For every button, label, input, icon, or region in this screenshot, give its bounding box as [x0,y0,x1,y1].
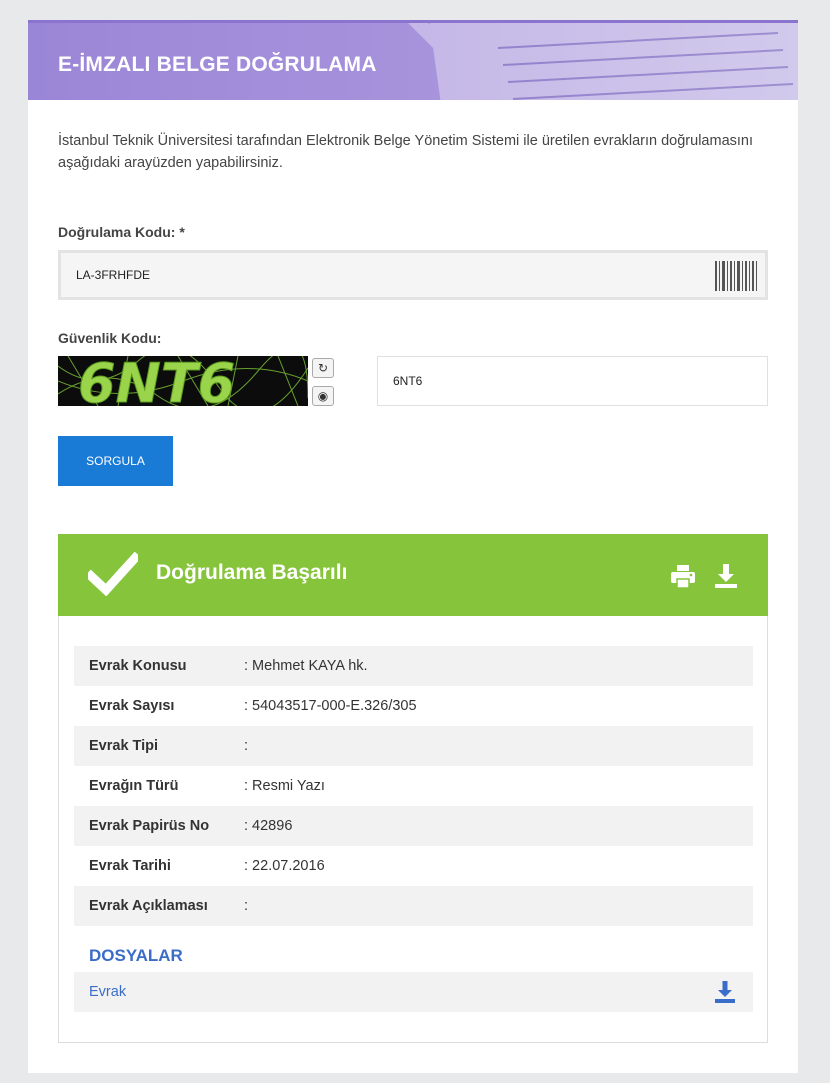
security-code-input[interactable]: 6NT6 [377,356,768,406]
detail-row: Evrak Konusu : Mehmet KAYA hk. [74,646,753,686]
barcode-icon [715,261,757,291]
result-details: Evrak Konusu : Mehmet KAYA hk. Evrak Say… [58,616,768,1043]
detail-value: : Resmi Yazı [244,778,325,794]
detail-key: Evrak Papirüs No [89,818,210,834]
detail-key: Evrak Sayısı [89,698,175,714]
download-icon[interactable] [712,562,740,590]
security-code-label: Güvenlik Kodu: [58,330,162,346]
detail-value: : [244,898,249,914]
detail-row: Evrak Açıklaması : [74,886,753,926]
detail-value: : 42896 [244,818,293,834]
detail-key: Evrak Konusu [89,658,187,674]
refresh-captcha-button[interactable]: ↻ [312,358,334,378]
refresh-icon: ↻ [317,361,329,375]
verification-code-label: Doğrulama Kodu: * [58,224,185,240]
detail-value: : 54043517-000-E.326/305 [244,698,417,714]
detail-key: Evrağın Türü [89,778,179,794]
page-title: E-İMZALI BELGE DOĞRULAMA [58,53,377,76]
detail-key: Evrak Tarihi [89,858,171,874]
paper-background-image [408,23,798,100]
detail-key: Evrak Açıklaması [89,898,208,914]
detail-row: Evrak Sayısı : 54043517-000-E.326/305 [74,686,753,726]
detail-row: Evrak Papirüs No : 42896 [74,806,753,846]
print-icon[interactable] [669,562,697,590]
detail-row: Evrak Tipi : [74,726,753,766]
captcha-text: 6NT6 [78,356,235,406]
security-code-value: 6NT6 [393,374,423,388]
submit-button[interactable]: SORGULA [58,436,173,486]
verification-code-input[interactable]: LA-3FRHFDE [58,250,768,300]
file-download-icon[interactable] [713,980,737,1004]
intro-text: İstanbul Teknik Üniversitesi tarafından … [58,133,754,171]
detail-row: Evrak Tarihi : 22.07.2016 [74,846,753,886]
captcha-image: 6NT6 [58,356,308,406]
verification-card: E-İMZALI BELGE DOĞRULAMA İstanbul Teknik… [28,20,798,1073]
header-banner: E-İMZALI BELGE DOĞRULAMA [28,20,798,100]
files-heading: DOSYALAR [89,946,183,965]
file-row: Evrak [74,972,753,1012]
audio-icon: ◉ [317,389,329,403]
audio-captcha-button[interactable]: ◉ [312,386,334,406]
file-link[interactable]: Evrak [74,984,126,1000]
detail-row: Evrağın Türü : Resmi Yazı [74,766,753,806]
detail-value: : [244,738,249,754]
detail-value: : 22.07.2016 [244,858,325,874]
success-title: Doğrulama Başarılı [156,561,348,584]
verification-code-value: LA-3FRHFDE [76,268,151,282]
checkmark-icon [88,552,138,596]
detail-value: : Mehmet KAYA hk. [244,658,368,674]
success-banner: Doğrulama Başarılı [58,534,768,616]
detail-key: Evrak Tipi [89,738,159,754]
